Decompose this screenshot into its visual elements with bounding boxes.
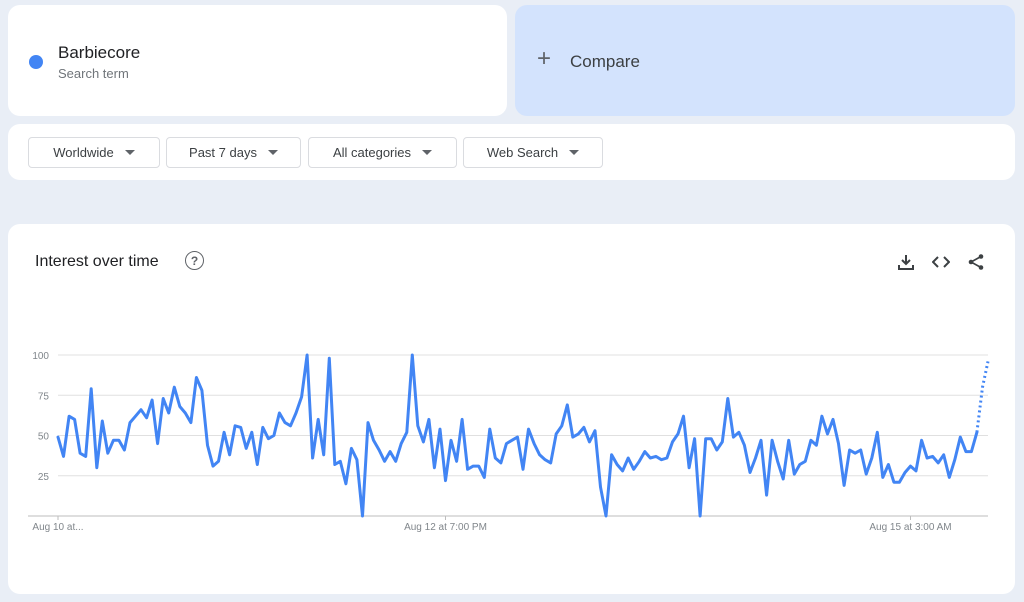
time-filter-label: Past 7 days: [189, 145, 257, 160]
caret-down-icon: [422, 150, 433, 155]
y-tick-label: 100: [32, 351, 49, 362]
search-term-name[interactable]: Barbiecore: [58, 43, 140, 63]
x-tick-label: Aug 12 at 7:00 PM: [404, 522, 487, 533]
y-tick-label: 50: [38, 432, 50, 443]
compare-button[interactable]: + Compare: [515, 5, 1015, 116]
x-tick-label: Aug 10 at...: [32, 522, 83, 533]
search-term-subtitle: Search term: [58, 66, 129, 81]
x-tick-label: Aug 15 at 3:00 AM: [869, 522, 951, 533]
region-filter[interactable]: Worldwide: [28, 137, 160, 168]
compare-label: Compare: [570, 52, 640, 71]
series-line-partial: [975, 361, 990, 433]
region-filter-label: Worldwide: [53, 145, 114, 160]
interest-over-time-card: Interest over time ? 25 50 75 100 Aug 10 at.…: [8, 224, 1015, 594]
category-filter[interactable]: All categories: [308, 137, 457, 168]
caret-down-icon: [569, 150, 580, 155]
property-filter[interactable]: Web Search: [463, 137, 603, 168]
interest-line-chart: 25 50 75 100 Aug 10 at... Aug 12 at 7:00 PM Au…: [28, 351, 990, 533]
search-term-card[interactable]: Barbiecore Search term: [8, 5, 507, 116]
property-filter-label: Web Search: [486, 145, 559, 160]
filters-bar: Worldwide Past 7 days All categories Web…: [8, 124, 1015, 180]
caret-down-icon: [267, 150, 278, 155]
caret-down-icon: [124, 150, 135, 155]
time-filter[interactable]: Past 7 days: [166, 137, 301, 168]
plus-icon: +: [537, 45, 552, 72]
category-filter-label: All categories: [332, 145, 412, 160]
y-tick-label: 25: [38, 472, 50, 483]
series-color-dot: [29, 55, 43, 69]
y-tick-label: 75: [38, 391, 50, 402]
